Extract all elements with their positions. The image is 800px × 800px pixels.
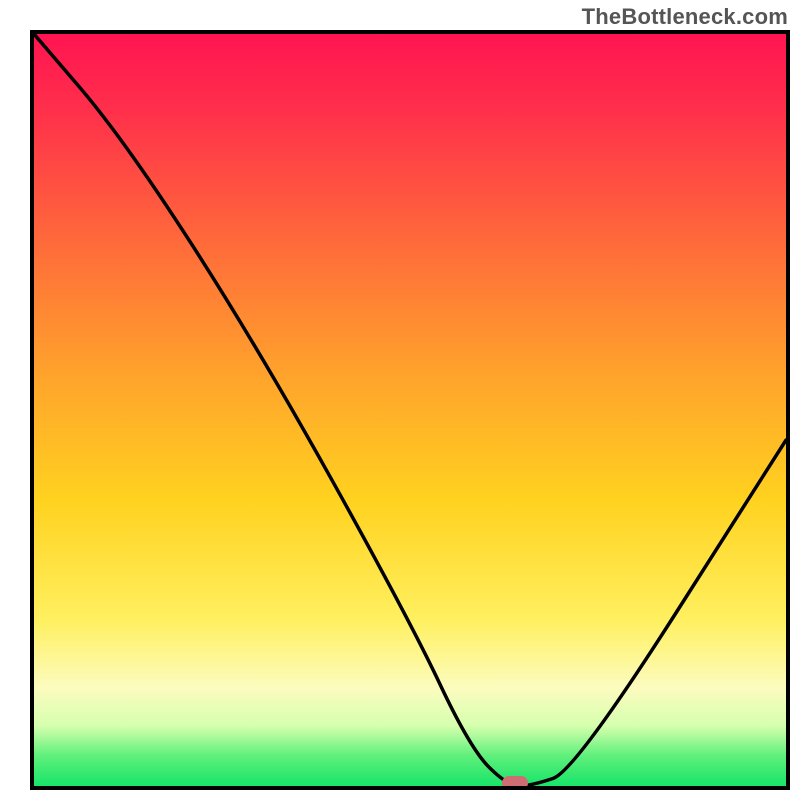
chart-container: TheBottleneck.com [0, 0, 800, 800]
background-gradient [34, 34, 786, 786]
optimal-point-marker [502, 776, 528, 790]
plot-area [30, 30, 790, 790]
watermark-text: TheBottleneck.com [582, 4, 788, 30]
